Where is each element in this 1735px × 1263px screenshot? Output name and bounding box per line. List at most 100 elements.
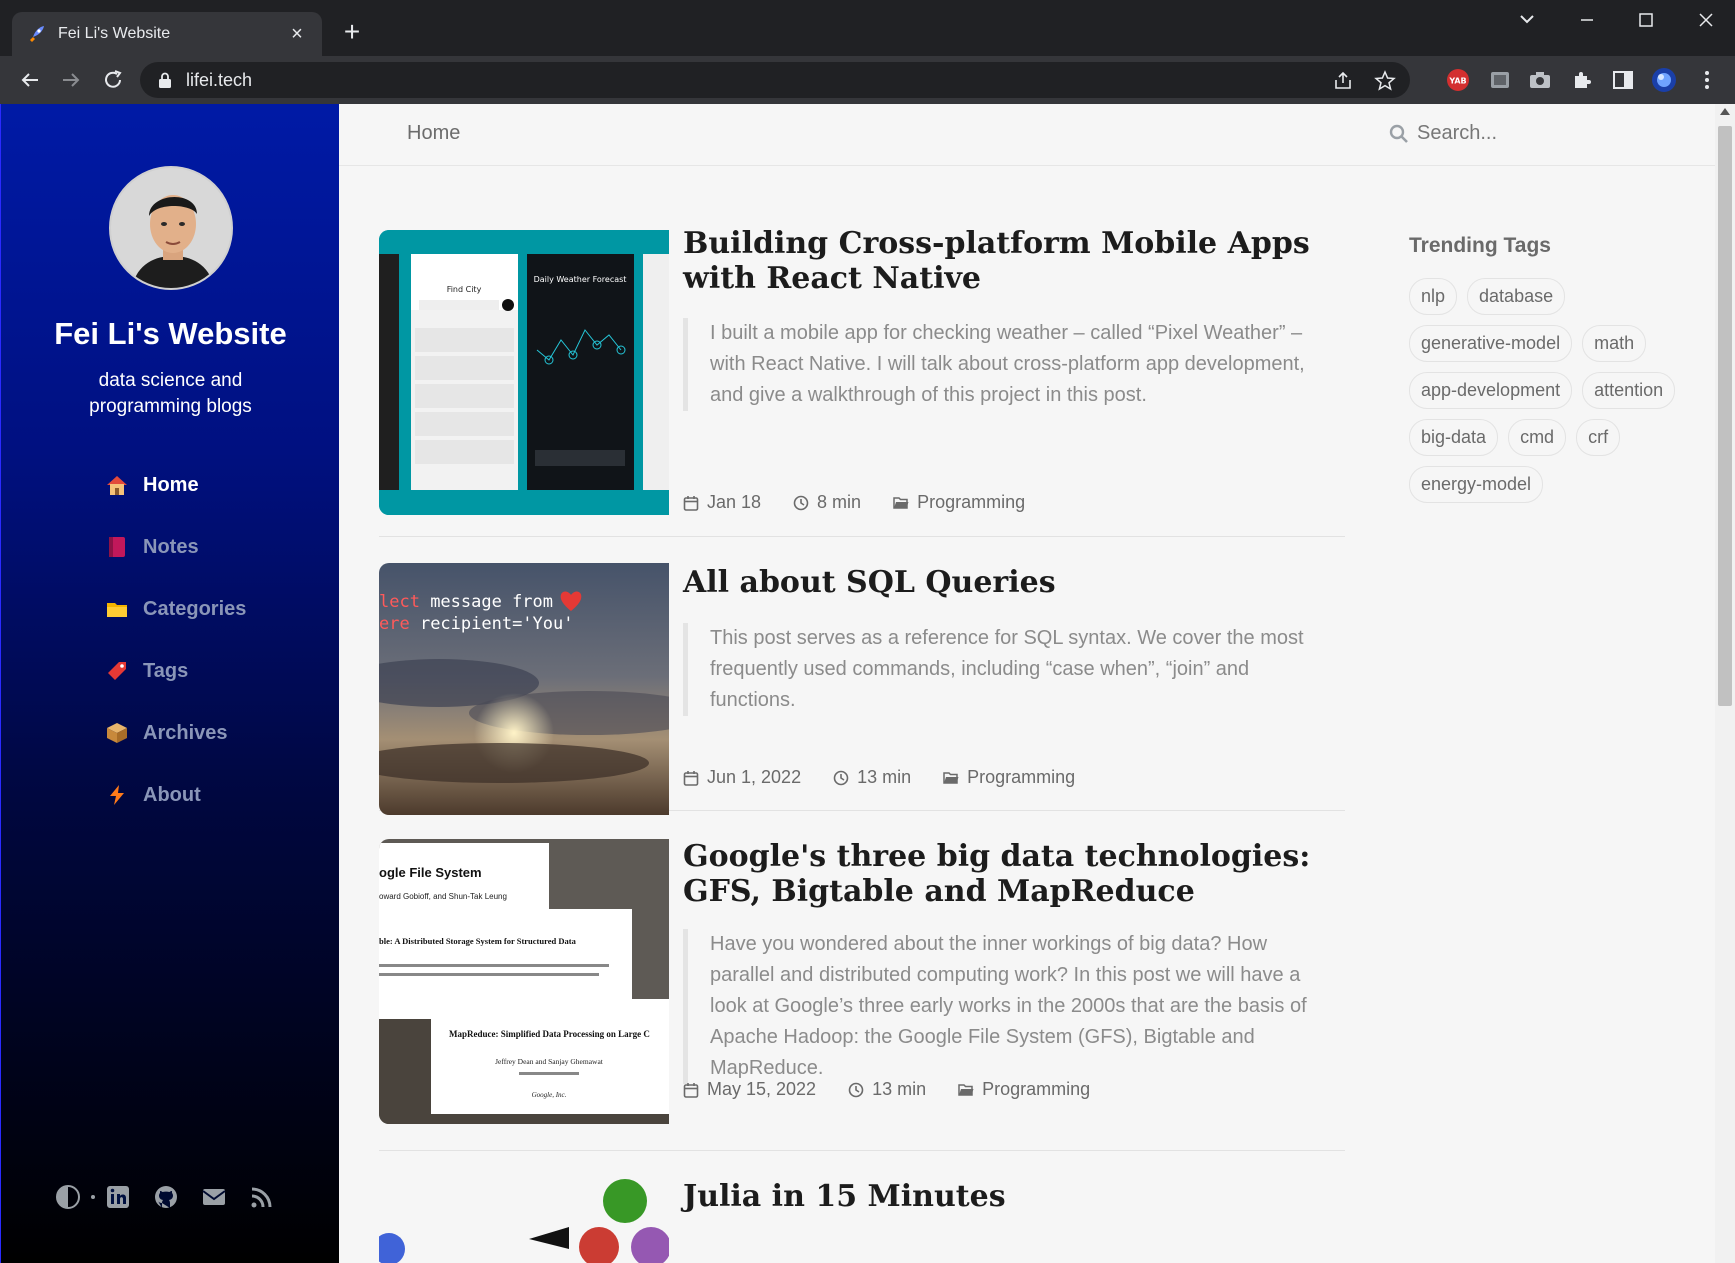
theme-toggle-icon[interactable] xyxy=(55,1184,81,1210)
breadcrumb[interactable]: Home xyxy=(407,122,460,145)
sidebar-item-archives[interactable]: Archives xyxy=(105,702,246,764)
post-card[interactable]: Find City Daily Weather Forecast Buildin… xyxy=(379,200,1345,537)
lightning-icon xyxy=(110,785,124,805)
calendar-icon xyxy=(683,495,699,511)
home-icon xyxy=(107,476,127,495)
maximize-icon[interactable] xyxy=(1626,8,1666,32)
clock-icon xyxy=(833,770,849,785)
post-thumbnail-julia[interactable] xyxy=(379,1179,669,1263)
post-date: May 15, 2022 xyxy=(683,1079,816,1100)
rss-icon[interactable] xyxy=(249,1184,275,1210)
search-input[interactable] xyxy=(1417,122,1637,145)
trending-tags-panel: Trending Tags nlp database generative-mo… xyxy=(1409,234,1679,503)
folder-open-icon xyxy=(893,496,909,509)
clock-icon xyxy=(848,1082,864,1097)
sidebar-item-home[interactable]: Home xyxy=(105,454,246,516)
bookmark-star-icon[interactable] xyxy=(1374,70,1396,92)
site-title[interactable]: Fei Li's Website xyxy=(1,316,340,352)
scroll-up-arrow-icon[interactable] xyxy=(1720,108,1730,115)
sidebar-item-tags[interactable]: Tags xyxy=(105,640,246,702)
post-date: Jun 1, 2022 xyxy=(683,767,801,788)
post-card[interactable]: Julia in 15 Minutes xyxy=(379,1151,1345,1263)
post-title[interactable]: Julia in 15 Minutes xyxy=(683,1179,1333,1214)
tag-list: nlp database generative-model math app-d… xyxy=(1409,278,1679,503)
post-excerpt: This post serves as a reference for SQL … xyxy=(683,623,1333,716)
tag-chip[interactable]: crf xyxy=(1576,419,1621,456)
tab-search-icon[interactable] xyxy=(1507,8,1547,32)
post-title[interactable]: All about SQL Queries xyxy=(683,565,1333,600)
post-thumbnail-sql[interactable]: lect message from ere recipient='You' xyxy=(379,563,669,815)
archive-box-icon xyxy=(107,723,127,743)
scrollbar-thumb[interactable] xyxy=(1718,126,1732,706)
post-read-time-text: 8 min xyxy=(817,492,862,512)
tag-chip[interactable]: big-data xyxy=(1409,419,1499,456)
share-icon[interactable] xyxy=(1332,70,1354,92)
post-category[interactable]: Programming xyxy=(943,767,1075,788)
sidebar-item-about[interactable]: About xyxy=(105,764,246,826)
footer-separator-dot xyxy=(91,1195,95,1199)
post-card[interactable]: ogle File System oward Gobioff, and Shun… xyxy=(379,811,1345,1151)
post-category[interactable]: Programming xyxy=(893,492,1025,513)
side-panel-icon[interactable] xyxy=(1611,68,1635,92)
folder-icon xyxy=(107,603,127,617)
post-read-time-text: 13 min xyxy=(857,767,912,787)
browser-tab-bar: Fei Li's Website × + xyxy=(0,0,1735,56)
rocket-icon xyxy=(30,26,44,42)
post-thumbnail-big-data[interactable]: ogle File System oward Gobioff, and Shun… xyxy=(379,839,669,1124)
post-category[interactable]: Programming xyxy=(958,1079,1090,1100)
site-subtitle: data science and programming blogs xyxy=(89,370,252,417)
post-date: Jan 18 xyxy=(683,492,761,513)
avatar[interactable] xyxy=(109,166,233,290)
email-icon[interactable] xyxy=(201,1184,227,1210)
folder-open-icon xyxy=(943,771,959,784)
nav-label-archives: Archives xyxy=(143,721,228,744)
forward-icon[interactable] xyxy=(57,66,85,94)
post-title[interactable]: Building Cross-platform Mobile Apps with… xyxy=(683,226,1333,296)
nav-label-notes: Notes xyxy=(143,535,199,558)
screen-capture-extension-icon[interactable] xyxy=(1488,68,1512,92)
back-icon[interactable] xyxy=(16,66,44,94)
minimize-icon[interactable] xyxy=(1567,8,1607,32)
browser-menu-icon[interactable] xyxy=(1695,68,1719,92)
close-window-icon[interactable] xyxy=(1686,8,1726,32)
tag-chip[interactable]: nlp xyxy=(1409,278,1458,315)
svg-text:lect message from: lect message from xyxy=(379,592,553,612)
page-scrollbar[interactable] xyxy=(1715,104,1735,1263)
svg-text:Find City: Find City xyxy=(447,285,482,294)
post-list: Find City Daily Weather Forecast Buildin… xyxy=(379,200,1345,1263)
yab-extension-icon[interactable]: YAB xyxy=(1446,68,1470,92)
tag-chip[interactable]: database xyxy=(1467,278,1566,315)
sidebar-item-notes[interactable]: Notes xyxy=(105,516,246,578)
tag-chip[interactable]: math xyxy=(1582,325,1647,362)
post-meta: May 15, 2022 13 min Programming xyxy=(683,1079,1122,1100)
profile-avatar-icon[interactable] xyxy=(1652,68,1676,92)
url-text: lifei.tech xyxy=(186,69,253,90)
close-tab-icon[interactable]: × xyxy=(286,23,308,46)
camera-extension-icon[interactable] xyxy=(1528,68,1552,92)
nav-label-tags: Tags xyxy=(143,659,189,682)
address-bar[interactable]: lifei.tech xyxy=(140,62,1410,98)
tag-chip[interactable]: generative-model xyxy=(1409,325,1573,362)
search-box[interactable] xyxy=(1389,122,1637,145)
post-title[interactable]: Google's three big data technologies: GF… xyxy=(683,839,1333,909)
tag-chip[interactable]: attention xyxy=(1582,372,1676,409)
notebook-icon xyxy=(109,537,125,557)
post-date-text: Jan 18 xyxy=(707,492,762,512)
reload-icon[interactable] xyxy=(99,66,127,94)
sidebar-item-categories[interactable]: Categories xyxy=(105,578,246,640)
extensions-puzzle-icon[interactable] xyxy=(1570,68,1594,92)
post-read-time-text: 13 min xyxy=(872,1079,927,1099)
github-icon[interactable] xyxy=(153,1184,179,1210)
tag-chip[interactable]: app-development xyxy=(1409,372,1573,409)
post-card[interactable]: lect message from ere recipient='You' Al… xyxy=(379,537,1345,815)
profile-photo xyxy=(111,168,231,288)
new-tab-button[interactable]: + xyxy=(338,18,366,46)
svg-text:MapReduce: Simplified Data Pro: MapReduce: Simplified Data Processing on… xyxy=(449,1029,650,1039)
tag-chip[interactable]: energy-model xyxy=(1409,466,1544,503)
post-thumbnail-weather-app[interactable]: Find City Daily Weather Forecast xyxy=(379,230,669,515)
browser-tab[interactable]: Fei Li's Website × xyxy=(12,12,322,56)
weather-app-screenshots: Find City Daily Weather Forecast xyxy=(379,230,669,515)
tag-chip[interactable]: cmd xyxy=(1508,419,1567,456)
nav-label-home: Home xyxy=(143,473,199,496)
linkedin-icon[interactable] xyxy=(105,1184,131,1210)
